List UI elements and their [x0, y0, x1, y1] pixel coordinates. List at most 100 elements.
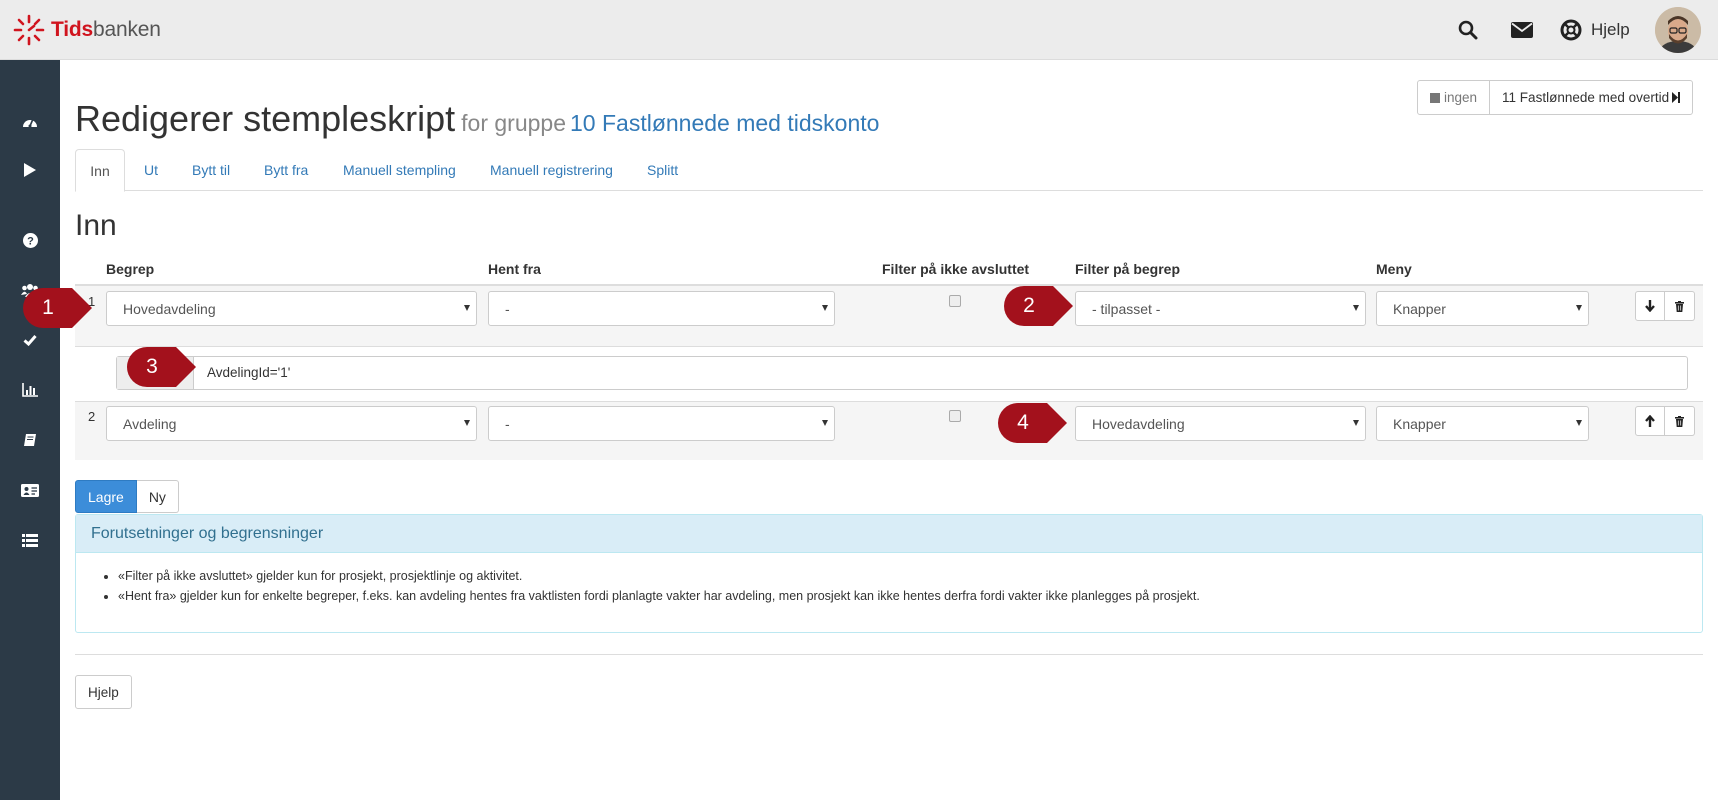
avatar[interactable]: [1655, 7, 1701, 53]
hent-fra-select[interactable]: -: [488, 291, 835, 326]
next-group-label: 11 Fastlønnede med overtid: [1502, 90, 1670, 105]
filter-ikke-avsluttet-checkbox[interactable]: [949, 295, 961, 307]
list-icon[interactable]: [18, 528, 42, 552]
callout-marker: 1: [20, 285, 96, 331]
clock-logo-icon: [13, 14, 45, 46]
bar-chart-icon[interactable]: [18, 378, 42, 402]
row-number: 2: [88, 409, 96, 424]
user-photo-icon: [1655, 7, 1701, 53]
callout-number: 4: [1017, 411, 1029, 434]
logo-text-bold: Tids: [51, 18, 93, 41]
logo-text: Tidsbanken: [51, 18, 161, 42]
row-divider: [75, 346, 1703, 347]
list-item: «Hent fra» gjelder kun for enkelte begre…: [118, 588, 1687, 604]
tab-splitt[interactable]: Splitt: [647, 149, 678, 191]
caret-down-icon: [1576, 420, 1582, 426]
column-header-meny: Meny: [1376, 261, 1412, 277]
callout-number: 3: [146, 355, 158, 378]
callout-marker: 2: [1001, 283, 1077, 329]
book-icon[interactable]: [18, 428, 42, 452]
tab-manuell-registrering[interactable]: Manuell registrering: [490, 149, 613, 191]
help-button[interactable]: Hjelp: [75, 675, 132, 709]
filter-ikke-avsluttet-checkbox[interactable]: [949, 410, 961, 422]
previous-group-label: ingen: [1444, 90, 1478, 105]
table-row: 1 Hovedavdeling - - tilpasset - Knapper: [75, 286, 1703, 346]
begrep-select[interactable]: Hovedavdeling: [106, 291, 477, 326]
check-icon[interactable]: [18, 328, 42, 352]
info-panel-list: «Filter på ikke avsluttet» gjelder kun f…: [76, 553, 1702, 604]
hent-fra-select[interactable]: -: [488, 406, 835, 441]
group-link[interactable]: 10 Fastlønnede med tidskonto: [570, 110, 879, 136]
begrep-value: Hovedavdeling: [123, 300, 216, 317]
column-header-filter-begrep: Filter på begrep: [1075, 261, 1181, 277]
meny-value: Knapper: [1393, 300, 1446, 317]
begrep-select[interactable]: Avdeling: [106, 406, 477, 441]
footer-divider: [75, 654, 1703, 655]
column-header-hent-fra: Hent fra: [488, 261, 541, 277]
callout-number: 1: [42, 296, 54, 319]
meny-value: Knapper: [1393, 415, 1446, 432]
save-button[interactable]: Lagre: [75, 480, 137, 513]
begrep-value: Avdeling: [123, 415, 177, 432]
hent-fra-value: -: [505, 300, 510, 317]
mail-icon[interactable]: [1510, 18, 1534, 42]
search-icon[interactable]: [1456, 18, 1480, 42]
stop-icon: [1430, 92, 1440, 103]
caret-down-icon: [822, 420, 828, 426]
custom-filter-input[interactable]: AvdelingId='1': [207, 365, 290, 380]
tab-bar: Inn Ut Bytt til Bytt fra Manuell stempli…: [75, 149, 1703, 192]
next-group-button[interactable]: 11 Fastlønnede med overtid: [1490, 81, 1692, 114]
top-bar: Tidsbanken Hjelp: [0, 0, 1718, 60]
sidebar: ?: [0, 60, 60, 800]
tab-manuell-stempling[interactable]: Manuell stempling: [343, 149, 456, 191]
tidsbanken-logo[interactable]: Tidsbanken: [13, 14, 161, 46]
section-title: Inn: [75, 209, 117, 242]
page-title: Redigerer stempleskript for gruppe 10 Fast…: [75, 98, 879, 140]
caret-down-icon: [464, 420, 470, 426]
info-panel-title: Forutsetninger og begrensninger: [76, 515, 1702, 553]
filter-begrep-value: Hovedavdeling: [1092, 415, 1185, 432]
play-icon[interactable]: [18, 158, 42, 182]
svg-text:?: ?: [27, 235, 34, 247]
arrow-up-icon: [1645, 415, 1655, 427]
trash-icon: [1675, 415, 1684, 427]
filter-begrep-select[interactable]: Hovedavdeling: [1075, 406, 1366, 441]
dashboard-icon[interactable]: [18, 109, 42, 133]
info-panel: Forutsetninger og begrensninger «Filter …: [75, 514, 1703, 633]
question-icon[interactable]: ?: [18, 228, 42, 252]
meny-select[interactable]: Knapper: [1376, 291, 1589, 326]
previous-group-button[interactable]: ingen: [1418, 81, 1491, 114]
callout-marker: 4: [995, 400, 1071, 446]
callout-marker: 3: [124, 344, 200, 390]
tab-bytt-fra[interactable]: Bytt fra: [264, 149, 308, 191]
caret-down-icon: [1576, 305, 1582, 311]
delete-button[interactable]: [1665, 406, 1695, 436]
tab-bytt-til[interactable]: Bytt til: [192, 149, 230, 191]
delete-button[interactable]: [1665, 291, 1695, 321]
column-header-filter-ikke-avsluttet: Filter på ikke avsluttet: [882, 261, 1030, 277]
caret-down-icon: [464, 305, 470, 311]
filter-begrep-value: - tilpasset -: [1092, 300, 1161, 317]
page-title-for: for gruppe: [461, 110, 567, 136]
list-item: «Filter på ikke avsluttet» gjelder kun f…: [118, 568, 1687, 584]
caret-down-icon: [1353, 305, 1359, 311]
column-header-begrep: Begrep: [106, 261, 155, 277]
meny-select[interactable]: Knapper: [1376, 406, 1589, 441]
callout-number: 2: [1023, 294, 1035, 317]
custom-filter-field: AvdelingId='1': [116, 356, 1688, 390]
life-ring-icon[interactable]: [1559, 18, 1583, 42]
tab-ut[interactable]: Ut: [144, 149, 158, 191]
new-button[interactable]: Ny: [136, 480, 179, 513]
move-down-button[interactable]: [1635, 291, 1665, 321]
help-link[interactable]: Hjelp: [1591, 20, 1630, 40]
step-forward-icon: [1672, 92, 1681, 103]
arrow-down-icon: [1645, 300, 1655, 312]
tab-inn[interactable]: Inn: [75, 149, 125, 192]
caret-down-icon: [822, 305, 828, 311]
caret-down-icon: [1353, 420, 1359, 426]
trash-icon: [1675, 300, 1684, 312]
logo-text-rest: banken: [93, 18, 161, 41]
move-up-button[interactable]: [1635, 406, 1665, 436]
id-card-icon[interactable]: [18, 478, 42, 502]
filter-begrep-select[interactable]: - tilpasset -: [1075, 291, 1366, 326]
